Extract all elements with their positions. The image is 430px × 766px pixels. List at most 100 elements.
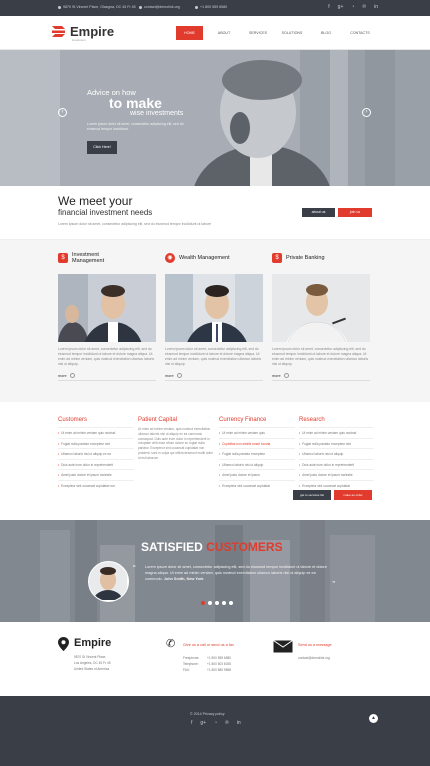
service-image <box>58 274 156 342</box>
topbar-email[interactable]: contact@demolink.org <box>144 5 180 9</box>
nav-services[interactable]: Services <box>241 26 275 40</box>
service-image <box>165 274 263 342</box>
list-item[interactable]: Duis aute irure dolor in reprehenderit <box>299 458 373 470</box>
list-item[interactable]: Duis aute irure dolor in reprehenderit <box>58 458 134 470</box>
phone-label: FAX: <box>183 668 190 672</box>
service-title[interactable]: Investment Management <box>72 252 127 264</box>
more-label[interactable]: more <box>58 374 67 378</box>
logo-subtitle: investment <box>72 38 86 42</box>
pinterest-icon[interactable]: ℗ <box>225 720 229 726</box>
dollar-bag-icon: $ <box>58 252 68 263</box>
list-item[interactable]: Ut enim ad minim veniam quis <box>219 427 295 438</box>
services-list-button[interactable]: get to services list <box>293 490 331 500</box>
list-item[interactable]: Fugiat nulla pariatur excepteur sint <box>299 437 373 449</box>
topbar-address: 9870 St Vincent Place, Glasgow, DC 45 Fr… <box>63 5 136 9</box>
service-more-link[interactable]: more <box>165 373 263 378</box>
order-button[interactable]: make an order <box>334 490 372 500</box>
currency-list: Ut enim ad minim veniam quis Cupiditas n… <box>219 427 295 490</box>
service-more-link[interactable]: more <box>58 373 156 378</box>
intro-text: Lorem ipsum dolor sit amet, consectetur … <box>58 222 212 226</box>
service-card-private: $ Private Banking Lorem ipsum dolor sit … <box>272 250 370 381</box>
banknote-icon: $ <box>272 252 282 263</box>
divider <box>165 380 263 381</box>
service-image <box>272 274 370 342</box>
list-item[interactable]: Amet justo dolore et ipsum molestie <box>58 469 134 480</box>
arrow-circle-icon <box>176 373 182 378</box>
rss-icon[interactable]: ◔ <box>214 720 217 726</box>
column-title: Currency Finance <box>219 417 267 423</box>
list-item[interactable]: Ullamco laboris nisi ut aliquip <box>299 448 373 459</box>
linkedin-icon[interactable]: in <box>237 720 241 726</box>
slider-dot[interactable] <box>215 601 219 605</box>
call-title: Give us a call or send us a fax <box>183 643 234 647</box>
arrow-circle-icon <box>283 373 289 378</box>
phone-value[interactable]: +1 800 889 9898 <box>207 667 231 673</box>
hero-prev-button[interactable]: ‹ <box>58 108 67 117</box>
google-plus-icon[interactable]: g+ <box>200 720 206 726</box>
list-item[interactable]: Excepteur sint occaecat cupidatat <box>299 479 373 491</box>
column-customers: Customers Ut enim ad minim veniam quis n… <box>58 417 134 490</box>
nav-contacts[interactable]: Contacts <box>343 26 377 40</box>
logo-mark-icon <box>50 23 67 40</box>
list-item[interactable]: Ut enim ad minim veniam quis nostrud <box>299 427 373 438</box>
pinterest-icon[interactable]: ℗ <box>362 4 366 10</box>
list-item[interactable]: Amet justo dolore et ipsum molestie <box>299 469 373 480</box>
footer-social: f g+ ◔ ℗ in <box>191 720 241 726</box>
slider-dot[interactable] <box>201 601 205 605</box>
contact-email[interactable]: contact@demolink.org <box>298 655 330 661</box>
slider-dot[interactable] <box>222 601 226 605</box>
nav-blog[interactable]: Blog <box>309 26 343 40</box>
linkedin-icon[interactable]: in <box>374 4 378 10</box>
header: Empire investment Home About Services So… <box>0 16 430 50</box>
copyright[interactable]: © 2014 Privacy policy <box>190 712 225 716</box>
list-item[interactable]: Ut enim ad minim veniam quis nostrud <box>58 427 134 438</box>
quote-open-icon: “ <box>133 564 136 573</box>
nav-home[interactable]: Home <box>176 26 203 40</box>
more-label[interactable]: more <box>165 374 174 378</box>
list-item[interactable]: Fugiat nulla pariatur excepteur sint <box>58 437 134 449</box>
email-item[interactable]: contact@demolink.org <box>139 5 180 9</box>
nav-solutions[interactable]: Solutions <box>275 26 309 40</box>
divider <box>272 380 370 381</box>
hero-paragraph: Lorem ipsum dolor sit amet, consectetur … <box>87 122 184 131</box>
facebook-icon[interactable]: f <box>191 720 192 726</box>
column-title: Research <box>299 417 325 423</box>
arrow-circle-icon <box>69 373 75 378</box>
list-item[interactable]: Excepteur sint occaecat cupidatat non <box>58 479 134 491</box>
rss-icon[interactable]: ◔ <box>351 4 354 10</box>
address-item: 9870 St Vincent Place, Glasgow, DC 45 Fr… <box>58 5 136 9</box>
more-label[interactable]: more <box>272 374 281 378</box>
message-title: Send us a message <box>298 643 332 647</box>
google-plus-icon[interactable]: g+ <box>338 4 344 10</box>
service-card-wealth: ◉ Wealth Management Lorem ipsum dolor si… <box>165 250 263 381</box>
scroll-top-button[interactable]: ▲ <box>369 714 378 723</box>
slider-dot[interactable] <box>229 601 233 605</box>
phone-icon: ✆ <box>166 638 176 650</box>
column-paragraph: Ut enim ad minim veniam, quis nostrud ex… <box>138 427 213 460</box>
hero-cta-button[interactable]: Click Here! <box>87 141 117 154</box>
column-patient-capital: Patient Capital Ut enim ad minim veniam,… <box>138 417 214 461</box>
list-item-active[interactable]: Cupiditas non similis tonde luxuria <box>219 437 295 449</box>
facebook-icon[interactable]: f <box>328 4 329 10</box>
footer <box>0 696 430 766</box>
service-title[interactable]: Private Banking <box>286 255 341 261</box>
join-us-button[interactable]: join us <box>338 208 372 217</box>
mail-icon <box>139 5 142 9</box>
list-item[interactable]: Ullamco laboris nisi ut aliquip <box>219 458 295 470</box>
list-item[interactable]: Ullamco laboris nisi ut aliquip ex ea <box>58 448 134 459</box>
title-red: CUSTOMERS <box>206 540 283 554</box>
about-us-button[interactable]: about us <box>302 208 335 217</box>
service-title[interactable]: Wealth Management <box>179 255 234 261</box>
slider-dot[interactable] <box>208 601 212 605</box>
hero-next-button[interactable]: › <box>362 108 371 117</box>
hero-slider: ‹ › <box>0 50 430 186</box>
divider <box>58 380 156 381</box>
quote-author: John Smith, New York <box>163 576 204 581</box>
service-more-link[interactable]: more <box>272 373 370 378</box>
title-white: SATISFIED <box>141 540 203 554</box>
list-item[interactable]: Fugiat nulla pariatur excepteur <box>219 448 295 459</box>
list-item[interactable]: Amet justo dolore et ipsum <box>219 469 295 480</box>
nav-about[interactable]: About <box>207 26 241 40</box>
research-list: Ut enim ad minim veniam quis nostrud Fug… <box>299 427 373 490</box>
list-item[interactable]: Excepteur sint occaecat cupidatat <box>219 479 295 491</box>
